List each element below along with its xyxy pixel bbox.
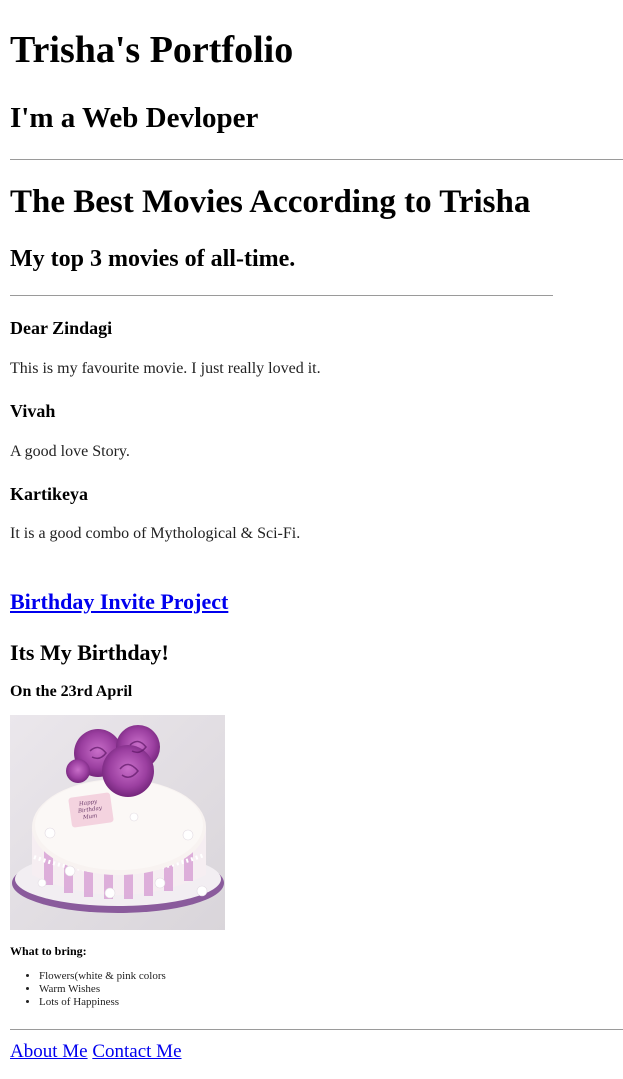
movie-name: Kartikeya (10, 484, 88, 504)
list-item: Lots of Happiness (39, 996, 166, 1009)
divider (10, 159, 623, 160)
page-subtitle: I'm a Web Devloper (10, 102, 259, 134)
contact-me-link[interactable]: Contact Me (92, 1041, 181, 1062)
movie-description: It is a good combo of Mythological & Sci… (10, 525, 301, 542)
page-title: Trisha's Portfolio (10, 29, 294, 71)
birthday-invite-link[interactable]: Birthday Invite Project (10, 588, 228, 616)
list-item: Warm Wishes (39, 983, 166, 996)
movie-name: Dear Zindagi (10, 318, 113, 338)
about-me-link[interactable]: About Me (10, 1041, 88, 1062)
movies-subtitle: My top 3 movies of all-time. (10, 246, 296, 272)
list-item: Flowers(white & pink colors (39, 970, 166, 983)
bring-list: Flowers(white & pink colors Warm Wishes … (10, 970, 166, 1009)
footer-nav: About Me Contact Me (10, 1040, 182, 1064)
movie-description: This is my favourite movie. I just reall… (10, 360, 321, 377)
divider (10, 295, 553, 296)
bring-title: What to bring: (10, 944, 87, 958)
birthday-cake-image: Happy Birthday Mum (10, 715, 225, 930)
divider (10, 1029, 623, 1030)
birthday-date: On the 23rd April (10, 683, 133, 700)
movie-name: Vivah (10, 401, 56, 421)
birthday-title: Its My Birthday! (10, 640, 169, 665)
movies-title: The Best Movies According to Trisha (10, 184, 531, 220)
movie-description: A good love Story. (10, 443, 130, 460)
